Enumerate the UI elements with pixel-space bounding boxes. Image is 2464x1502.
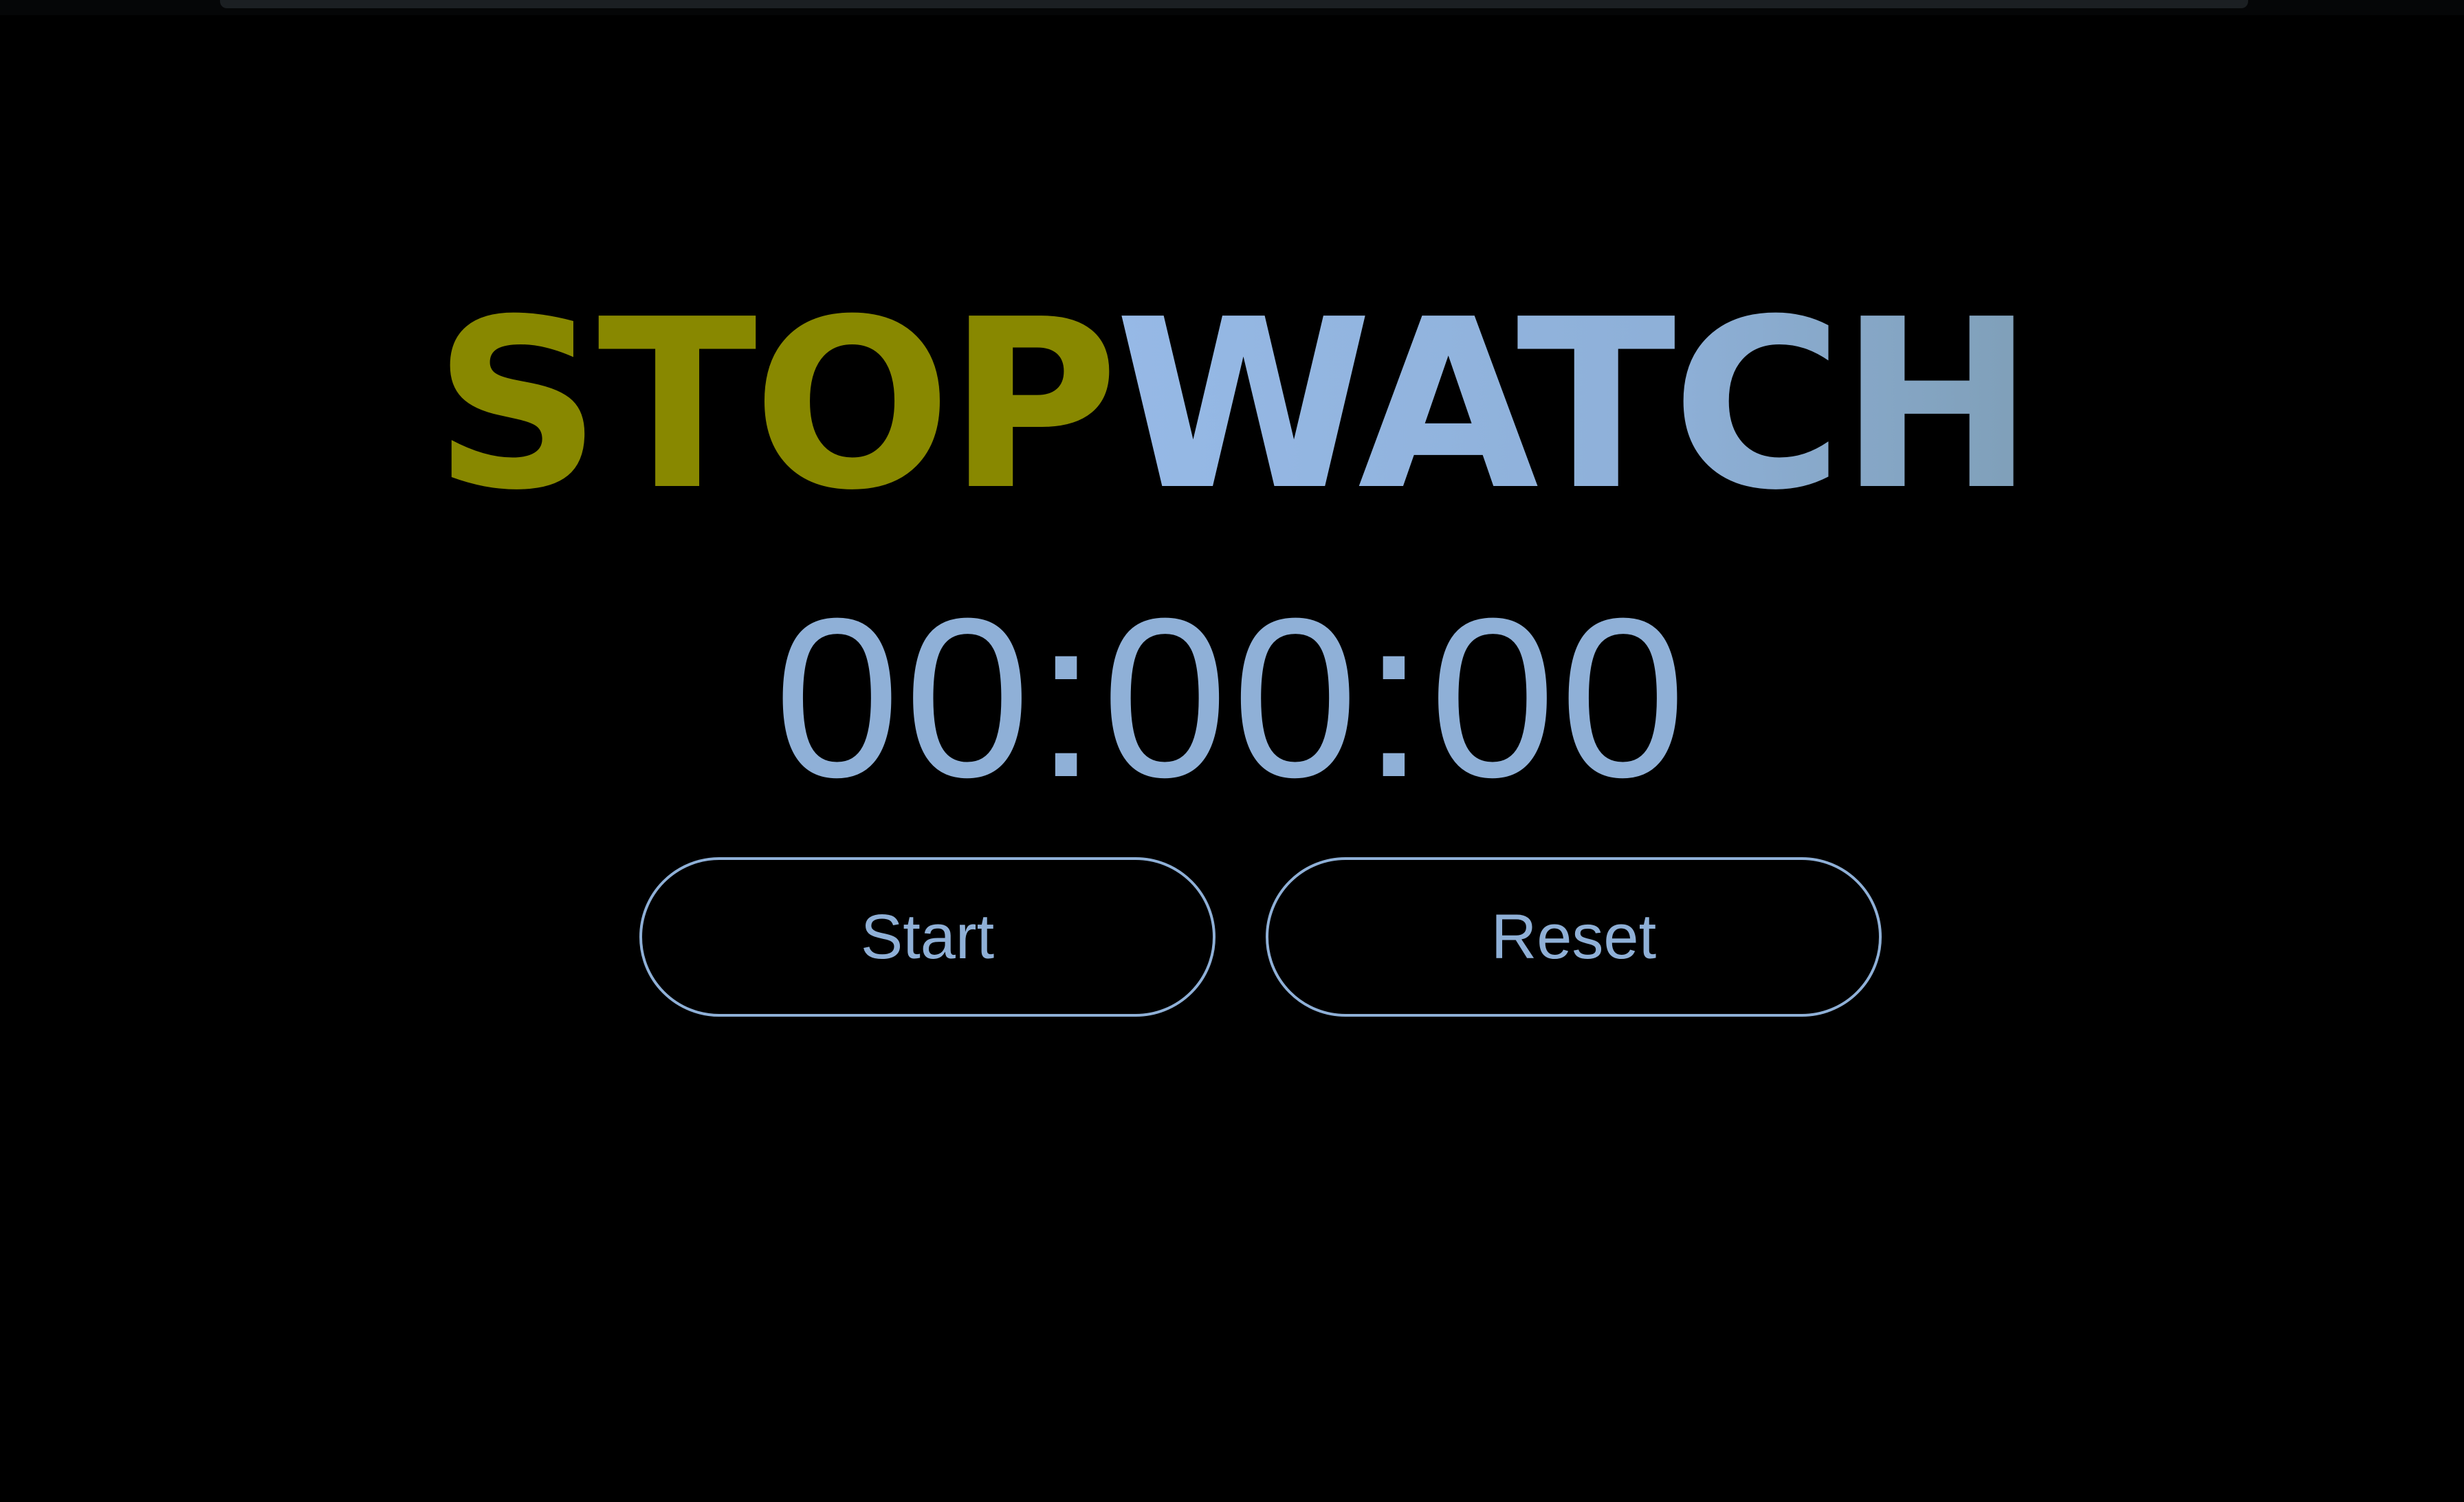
timer-display: 00:00:00: [773, 571, 1691, 824]
reset-button[interactable]: Reset: [1266, 857, 1882, 1017]
window-top-bar: [0, 0, 2464, 15]
title-watch: WATCH: [1114, 269, 2034, 542]
title-stop: STOP: [433, 269, 1119, 542]
start-button[interactable]: Start: [639, 857, 1216, 1017]
window-top-bar-edge: [220, 0, 2248, 8]
page-title: STOPWATCH: [0, 289, 2464, 522]
